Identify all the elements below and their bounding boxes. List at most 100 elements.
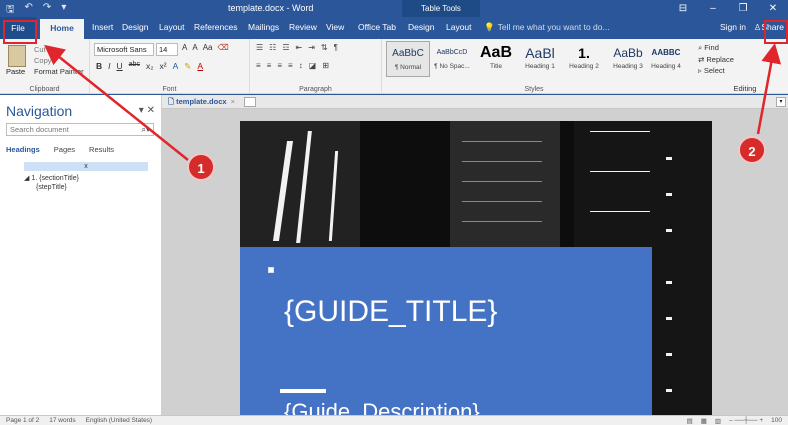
italic-button[interactable]: I (108, 61, 110, 72)
align-left-icon[interactable]: ≡ (256, 61, 261, 70)
strikethrough-button[interactable]: abc (129, 61, 140, 72)
style-normal[interactable]: AaBbC ¶ Normal (386, 41, 430, 77)
bold-button[interactable]: B (96, 61, 102, 72)
shrink-font-button[interactable]: A (192, 43, 197, 52)
grow-font-button[interactable]: A (182, 43, 187, 52)
borders-icon[interactable]: ⊞ (322, 61, 329, 70)
font-size-box[interactable]: 14 (156, 43, 178, 56)
tab-home[interactable]: Home (40, 19, 84, 39)
document-icon: 🗋 (168, 97, 177, 106)
subscript-button[interactable]: x₂ (146, 61, 154, 72)
chevron-down-icon[interactable]: ▾ (139, 105, 144, 116)
tell-me-box[interactable]: 💡 Tell me what you want to do... (484, 22, 610, 33)
format-painter-button[interactable]: Format Painter (34, 67, 84, 76)
zoom-slider[interactable]: – ──┼── + (729, 417, 763, 425)
ribbon-tabs: File Home Insert Design Layout Reference… (0, 17, 788, 39)
bullets-icon[interactable]: ☰ (256, 43, 263, 52)
search-document-input[interactable]: Search document ⌕▾ (6, 123, 154, 136)
tab-table-design[interactable]: Design (408, 22, 434, 32)
increase-indent-icon[interactable]: ⇥ (308, 43, 315, 52)
document-page[interactable]: {GUIDE_TITLE} {Guide_Description} (240, 121, 712, 415)
document-tab[interactable]: 🗋 template.docx × (168, 96, 235, 108)
tell-me-text: Tell me what you want to do... (497, 22, 610, 32)
tab-design[interactable]: Design (122, 22, 148, 32)
multilevel-list-icon[interactable]: ☲ (282, 43, 289, 52)
cut-button[interactable]: Cut (34, 45, 46, 54)
style-title[interactable]: AaB Title (474, 41, 518, 77)
close-icon[interactable]: ✕ (147, 105, 155, 116)
maximize-icon[interactable]: ❐ (728, 0, 758, 17)
styles-gallery: AaBbC ¶ Normal AaBbCcD ¶ No Spac... AaB … (386, 39, 682, 94)
highlight-icon[interactable]: ✎ (184, 61, 191, 72)
tree-item[interactable]: {stepTitle} (24, 183, 79, 192)
style-no-spacing[interactable]: AaBbCcD ¶ No Spac... (430, 41, 474, 77)
new-tab-button[interactable] (244, 97, 256, 107)
tab-pages[interactable]: Pages (54, 145, 75, 154)
web-layout-icon[interactable]: ▥ (715, 417, 721, 425)
table-move-handle[interactable] (268, 267, 274, 273)
close-icon[interactable]: ✕ (758, 0, 788, 17)
superscript-button[interactable]: x² (160, 61, 167, 72)
copy-button[interactable]: Copy (34, 56, 52, 65)
tab-table-layout[interactable]: Layout (446, 22, 472, 32)
editing-group-label: Editing (733, 84, 757, 93)
find-button[interactable]: ⌕ Find (698, 43, 788, 53)
tab-view[interactable]: View (326, 22, 344, 32)
text-effects-button[interactable]: A (173, 61, 179, 72)
search-icon[interactable]: ⌕▾ (142, 124, 151, 135)
paste-icon[interactable] (8, 45, 26, 67)
style-sample: AaB (479, 44, 512, 61)
tab-references[interactable]: References (194, 22, 237, 32)
ribbon-display-options-icon[interactable]: ⊟ (668, 0, 698, 17)
style-heading-2[interactable]: 1. Heading 2 (562, 41, 606, 77)
tab-insert[interactable]: Insert (92, 22, 113, 32)
chevron-down-icon[interactable]: ▾ (776, 97, 786, 107)
tab-layout[interactable]: Layout (159, 22, 185, 32)
style-heading-1[interactable]: AaBl Heading 1 (518, 41, 562, 77)
title-block[interactable]: {GUIDE_TITLE} {Guide_Description} (240, 247, 652, 415)
align-right-icon[interactable]: ≡ (277, 61, 282, 70)
print-layout-icon[interactable]: ▦ (701, 417, 707, 425)
tab-mailings[interactable]: Mailings (248, 22, 279, 32)
tree-item[interactable]: ◢ 1. {sectionTitle} (24, 174, 79, 183)
shading-icon[interactable]: ◪ (309, 61, 317, 70)
language[interactable]: English (United States) (86, 417, 152, 424)
tab-review[interactable]: Review (289, 22, 317, 32)
numbering-icon[interactable]: ☷ (269, 43, 276, 52)
style-heading-3[interactable]: AaBb Heading 3 (606, 41, 650, 77)
justify-icon[interactable]: ≡ (288, 61, 293, 70)
select-button[interactable]: ▹ Select (698, 66, 788, 75)
underline-button[interactable]: U (117, 61, 123, 72)
building-window (666, 353, 672, 356)
close-tab-icon[interactable]: × (231, 97, 235, 106)
guide-title-placeholder[interactable]: {GUIDE_TITLE} (284, 295, 497, 329)
show-marks-icon[interactable]: ¶ (334, 43, 338, 52)
tab-office-tab[interactable]: Office Tab (358, 22, 396, 32)
font-name-box[interactable]: Microsoft Sans (94, 43, 154, 56)
style-sample: AABBC (651, 48, 681, 57)
building-window (666, 317, 672, 320)
zoom-level[interactable]: 100 (771, 417, 782, 425)
replace-button[interactable]: ⇄ Replace (698, 55, 788, 64)
sort-icon[interactable]: ⇅ (321, 43, 328, 52)
page-count[interactable]: Page 1 of 2 (6, 417, 39, 424)
paste-button[interactable]: Paste (6, 67, 25, 76)
clear-formatting-icon[interactable]: ⌫ (217, 43, 228, 52)
read-mode-icon[interactable]: ▤ (687, 417, 693, 425)
word-count[interactable]: 17 words (49, 417, 75, 424)
guide-description-placeholder[interactable]: {Guide_Description} (284, 399, 480, 415)
tab-headings[interactable]: Headings (6, 145, 40, 154)
find-label: Find (704, 43, 719, 52)
line-spacing-icon[interactable]: ↕ (299, 61, 303, 70)
font-color-button[interactable]: A (197, 61, 203, 72)
style-heading-4[interactable]: AABBC Heading 4 (650, 41, 682, 77)
change-case-button[interactable]: Aa (203, 43, 213, 52)
sign-in-link[interactable]: Sign in (720, 22, 746, 32)
editing-group: ⌕ Find ⇄ Replace ▹ Select Editing (694, 41, 788, 94)
tab-results[interactable]: Results (89, 145, 114, 154)
align-center-icon[interactable]: ≡ (267, 61, 272, 70)
decrease-indent-icon[interactable]: ⇤ (296, 43, 303, 52)
nav-selected-heading[interactable]: x (24, 162, 148, 171)
minimize-icon[interactable]: – (698, 0, 728, 17)
title-bar: 🖫 ↶ ↷ ▾ template.docx - Word Table Tools… (0, 0, 788, 17)
